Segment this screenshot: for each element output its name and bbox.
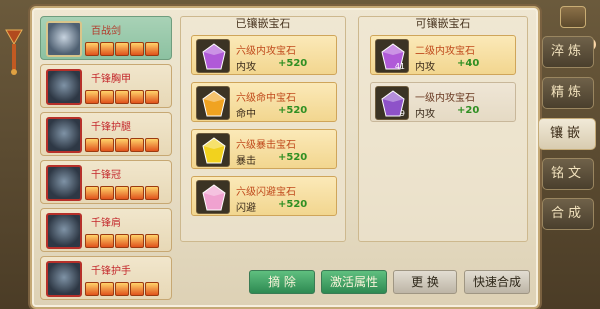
enhance-stars bbox=[85, 186, 159, 200]
quick-combine-button[interactable]: 快速合成 bbox=[464, 270, 530, 294]
gem-attribute: 内攻 bbox=[415, 109, 435, 120]
gem-name: 六级命中宝石 bbox=[236, 93, 296, 104]
side-tab[interactable]: 镶嵌 bbox=[538, 118, 596, 150]
corner-ornament bbox=[560, 6, 586, 28]
equipment-item[interactable]: 千锋胸甲 bbox=[40, 64, 172, 108]
flame-star-icon bbox=[85, 186, 99, 200]
gem-value: +40 bbox=[457, 58, 480, 69]
flame-star-icon bbox=[100, 138, 114, 152]
flame-star-icon bbox=[130, 234, 144, 248]
enhance-stars bbox=[85, 42, 159, 56]
equipment-icon bbox=[46, 261, 82, 297]
flame-star-icon bbox=[145, 138, 159, 152]
gem-attribute: 命中 bbox=[236, 109, 256, 120]
equipment-item[interactable]: 千锋冠 bbox=[40, 160, 172, 204]
gem-row[interactable]: 六级暴击宝石 暴击 +520 bbox=[191, 129, 337, 169]
flame-star-icon bbox=[145, 42, 159, 56]
gem-row[interactable]: 9 一级内攻宝石 内攻 +20 bbox=[370, 82, 516, 122]
flame-star-icon bbox=[85, 90, 99, 104]
gem-value: +520 bbox=[278, 152, 308, 163]
gem-row[interactable]: 六级内攻宝石 内攻 +520 bbox=[191, 35, 337, 75]
equipment-item[interactable]: 千锋肩 bbox=[40, 208, 172, 252]
equipment-icon bbox=[46, 213, 82, 249]
flame-star-icon bbox=[85, 42, 99, 56]
gem-row[interactable]: 六级命中宝石 命中 +520 bbox=[191, 82, 337, 122]
gem-name: 六级闪避宝石 bbox=[236, 187, 296, 198]
flame-star-icon bbox=[130, 186, 144, 200]
side-tab[interactable]: 铭文 bbox=[542, 158, 594, 190]
orange-gem-icon bbox=[196, 86, 230, 120]
flame-star-icon bbox=[115, 282, 129, 296]
flame-star-icon bbox=[100, 234, 114, 248]
flame-star-icon bbox=[115, 186, 129, 200]
side-tab[interactable]: 合成 bbox=[542, 198, 594, 230]
gem-attribute: 内攻 bbox=[236, 62, 256, 73]
enhance-stars bbox=[85, 282, 159, 296]
gem-name: 六级暴击宝石 bbox=[236, 140, 296, 151]
available-panel-title: 可镶嵌宝石 bbox=[415, 17, 471, 30]
enhance-stars bbox=[85, 90, 159, 104]
flame-star-icon bbox=[85, 282, 99, 296]
equipment-icon bbox=[46, 21, 82, 57]
flame-star-icon bbox=[130, 42, 144, 56]
gem-name: 六级内攻宝石 bbox=[236, 46, 296, 57]
gem-row[interactable]: 41 二级内攻宝石 内攻 +40 bbox=[370, 35, 516, 75]
flame-star-icon bbox=[130, 138, 144, 152]
gem-name: 一级内攻宝石 bbox=[415, 93, 475, 104]
equipment-icon bbox=[46, 69, 82, 105]
flame-star-icon bbox=[130, 282, 144, 296]
purple-gem-icon: 9 bbox=[375, 86, 409, 120]
yellow-gem-icon bbox=[196, 133, 230, 167]
equipment-name: 百战剑 bbox=[91, 26, 121, 37]
gem-attribute: 暴击 bbox=[236, 156, 256, 167]
equipment-name: 千锋冠 bbox=[91, 170, 121, 181]
equipment-name: 千锋肩 bbox=[91, 218, 121, 229]
equipment-name: 千锋护手 bbox=[91, 266, 131, 277]
flame-star-icon bbox=[115, 90, 129, 104]
purple-gem-icon: 41 bbox=[375, 39, 409, 73]
tassel-ornament-icon bbox=[0, 26, 30, 76]
flame-star-icon bbox=[145, 90, 159, 104]
gem-count: 41 bbox=[394, 62, 405, 71]
purple-gem-icon bbox=[196, 39, 230, 73]
flame-star-icon bbox=[100, 282, 114, 296]
enhance-stars bbox=[85, 234, 159, 248]
equipment-icon bbox=[46, 117, 82, 153]
remove-button[interactable]: 摘 除 bbox=[249, 270, 315, 294]
pink-gem-icon bbox=[196, 180, 230, 214]
equipment-icon bbox=[46, 165, 82, 201]
flame-star-icon bbox=[130, 90, 144, 104]
gem-value: +520 bbox=[278, 105, 308, 116]
gem-value: +20 bbox=[457, 105, 480, 116]
gem-attribute: 内攻 bbox=[415, 62, 435, 73]
side-tab[interactable]: 淬炼 bbox=[542, 36, 594, 68]
flame-star-icon bbox=[115, 42, 129, 56]
flame-star-icon bbox=[85, 234, 99, 248]
flame-star-icon bbox=[145, 234, 159, 248]
enhance-stars bbox=[85, 138, 159, 152]
flame-star-icon bbox=[145, 186, 159, 200]
flame-star-icon bbox=[115, 234, 129, 248]
gem-attribute: 闪避 bbox=[236, 203, 256, 214]
flame-star-icon bbox=[85, 138, 99, 152]
gem-name: 二级内攻宝石 bbox=[415, 46, 475, 57]
gem-row[interactable]: 六级闪避宝石 闪避 +520 bbox=[191, 176, 337, 216]
flame-star-icon bbox=[100, 186, 114, 200]
flame-star-icon bbox=[145, 282, 159, 296]
equipment-item[interactable]: 千锋护腿 bbox=[40, 112, 172, 156]
equipment-name: 千锋护腿 bbox=[91, 122, 131, 133]
equipment-name: 千锋胸甲 bbox=[91, 74, 131, 85]
flame-star-icon bbox=[115, 138, 129, 152]
inlaid-panel-title: 已镶嵌宝石 bbox=[235, 17, 291, 30]
gem-count: 9 bbox=[399, 109, 405, 118]
gem-value: +520 bbox=[278, 199, 308, 210]
replace-button[interactable]: 更 换 bbox=[393, 270, 457, 294]
gem-value: +520 bbox=[278, 58, 308, 69]
equipment-item[interactable]: 百战剑 bbox=[40, 16, 172, 60]
flame-star-icon bbox=[100, 90, 114, 104]
flame-star-icon bbox=[100, 42, 114, 56]
activate-attributes-button[interactable]: 激活属性 bbox=[321, 270, 387, 294]
side-tab[interactable]: 精炼 bbox=[542, 77, 594, 109]
equipment-item[interactable]: 千锋护手 bbox=[40, 256, 172, 300]
